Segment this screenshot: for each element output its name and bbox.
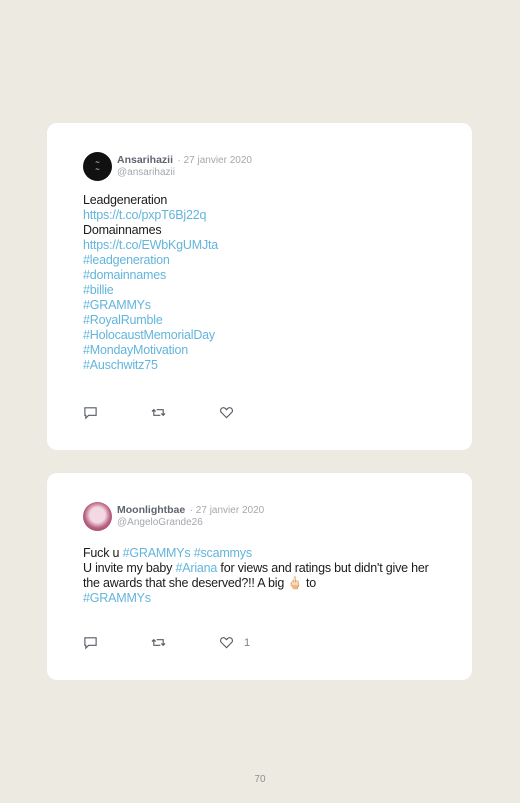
retweet-icon: [151, 638, 166, 647]
avatar[interactable]: ~ ~: [83, 151, 112, 181]
tweet-text-part: Fuck u: [83, 546, 123, 560]
tweet-date[interactable]: · 27 janvier 2020: [177, 155, 252, 166]
heart-icon: [220, 637, 233, 649]
tweet-actions: 1: [83, 635, 287, 650]
reply-icon: [84, 407, 97, 420]
tweet-meta: Ansarihazii · 27 janvier 2020 @ansarihaz…: [117, 153, 252, 179]
like-button[interactable]: 1: [219, 635, 287, 650]
hashtag-link[interactable]: #HolocaustMemorialDay: [83, 328, 436, 343]
tweet-line: Leadgeneration: [83, 193, 168, 207]
retweet-button[interactable]: [151, 635, 219, 650]
hashtag-link[interactable]: #billie: [83, 283, 436, 298]
hashtag-link[interactable]: #GRAMMYs: [83, 591, 436, 606]
hashtag-link[interactable]: #GRAMMYs: [83, 298, 436, 313]
reply-icon: [84, 637, 97, 650]
tweet-card: Moonlightbae · 27 janvier 2020 @AngeloGr…: [47, 473, 472, 680]
hashtag-link[interactable]: #Ariana: [175, 561, 217, 575]
tweet-header: Moonlightbae · 27 janvier 2020 @AngeloGr…: [83, 501, 436, 531]
page-number: 70: [254, 774, 266, 785]
tweet-actions: [83, 405, 287, 420]
hashtag-link[interactable]: #MondayMotivation: [83, 343, 436, 358]
tweet-card: ~ ~ Ansarihazii · 27 janvier 2020 @ansari…: [47, 123, 472, 450]
tweet-date[interactable]: · 27 janvier 2020: [190, 505, 265, 516]
author-handle[interactable]: @AngeloGrande26: [117, 517, 264, 529]
reply-button[interactable]: [83, 635, 151, 650]
tweet-link[interactable]: https://t.co/pxpT6Bj22q: [83, 208, 436, 223]
tweet-text: Leadgeneration https://t.co/pxpT6Bj22q D…: [83, 193, 436, 373]
tweet-link[interactable]: https://t.co/EWbKgUMJta: [83, 238, 436, 253]
hashtag-link[interactable]: #domainnames: [83, 268, 436, 283]
tweet-line: Domainnames: [83, 223, 162, 237]
hashtag-link[interactable]: #GRAMMYs: [123, 546, 191, 560]
retweet-button[interactable]: [151, 405, 219, 420]
tweet-text-part: U invite my baby: [83, 561, 176, 575]
tweet-line: Fuck u #GRAMMYs #scammys: [83, 546, 436, 561]
author-name[interactable]: Ansarihazii: [117, 154, 173, 166]
retweet-icon: [151, 408, 166, 417]
emoji: 🖕🏻: [287, 576, 303, 590]
hashtag-link[interactable]: #scammys: [194, 546, 252, 560]
tweet-text: Fuck u #GRAMMYs #scammys U invite my bab…: [83, 546, 436, 606]
hashtag-link[interactable]: #leadgeneration: [83, 253, 436, 268]
avatar-logo: ~ ~: [94, 159, 101, 173]
reply-button[interactable]: [83, 405, 151, 420]
like-button[interactable]: [219, 405, 287, 420]
tweet-meta: Moonlightbae · 27 janvier 2020 @AngeloGr…: [117, 503, 264, 529]
heart-icon: [220, 407, 233, 419]
author-name[interactable]: Moonlightbae: [117, 504, 185, 516]
tweet-text-part: to: [302, 576, 317, 590]
hashtag-link[interactable]: #RoyalRumble: [83, 313, 436, 328]
hashtag-link[interactable]: #Auschwitz75: [83, 358, 436, 373]
like-count: 1: [244, 636, 251, 649]
tweet-header: ~ ~ Ansarihazii · 27 janvier 2020 @ansari…: [83, 151, 436, 181]
tweet-line: U invite my baby #Ariana for views and r…: [83, 561, 436, 591]
author-handle[interactable]: @ansarihazii: [117, 167, 252, 179]
avatar[interactable]: [83, 501, 112, 531]
